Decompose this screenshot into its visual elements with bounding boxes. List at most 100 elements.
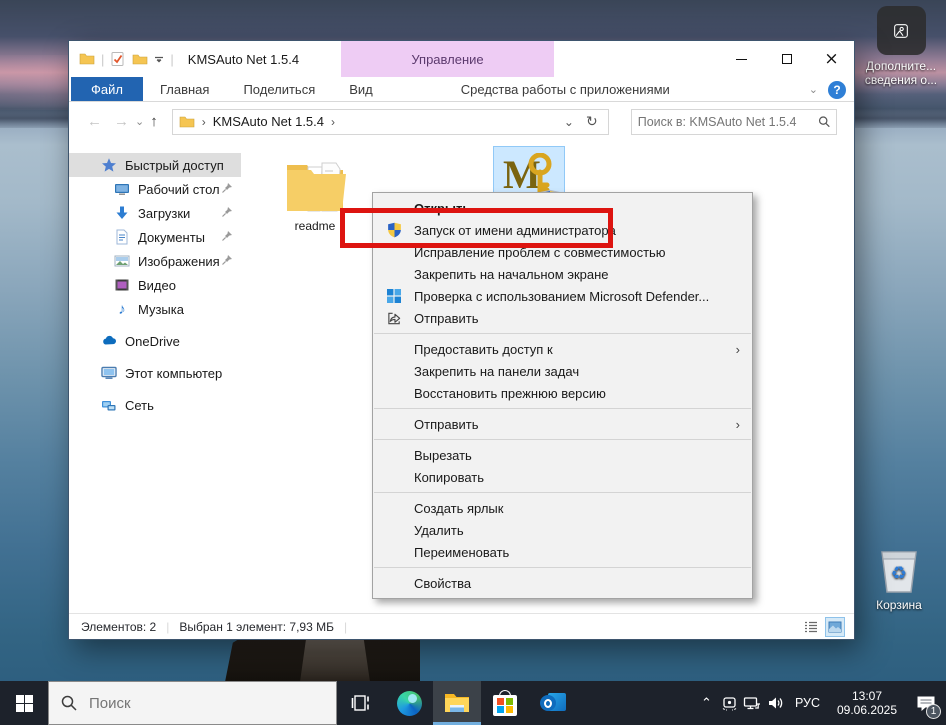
menu-item-properties[interactable]: Свойства	[373, 572, 752, 594]
sidebar-item-pictures[interactable]: Изображения	[69, 249, 241, 273]
clock-time: 13:07	[836, 689, 898, 703]
edge-icon	[397, 691, 422, 716]
sidebar-item-this-pc[interactable]: Этот компьютер	[69, 361, 241, 385]
taskbar-edge-button[interactable]	[385, 681, 433, 725]
menu-item-send-to[interactable]: Отправить ›	[373, 413, 752, 435]
search-box[interactable]	[631, 109, 837, 135]
sidebar-item-network[interactable]: Сеть	[69, 393, 241, 417]
sidebar-item-videos[interactable]: Видео	[69, 273, 241, 297]
sidebar-item-downloads[interactable]: Загрузки	[69, 201, 241, 225]
menu-item-copy[interactable]: Копировать	[373, 466, 752, 488]
tray-network-icon[interactable]	[741, 695, 764, 711]
title-bar[interactable]: | | KMSAuto Net 1.5.4 Управление ×	[69, 41, 854, 77]
menu-item-give-access-to[interactable]: Предоставить доступ к ›	[373, 338, 752, 360]
tray-volume-icon[interactable]	[764, 695, 787, 711]
recycle-bin-icon: ♻	[876, 546, 922, 596]
details-view-button[interactable]	[802, 618, 820, 636]
menu-item-scan-with-defender[interactable]: Проверка с использованием Microsoft Defe…	[373, 285, 752, 307]
menu-item-label: Копировать	[414, 470, 484, 485]
tab-view[interactable]: Вид	[332, 77, 390, 101]
window-folder-icon	[79, 51, 95, 67]
breadcrumb-chevron-icon[interactable]: ›	[324, 115, 342, 129]
desktop-icon-additional-info[interactable]: Дополните... сведения о...	[858, 6, 944, 87]
ribbon-collapse-chevron-icon[interactable]: ⌄	[809, 83, 818, 96]
refresh-icon[interactable]: ↻	[580, 113, 604, 130]
separator: |	[166, 620, 169, 634]
system-tray: ⌃ РУС 13:07 09.06.2025 1	[695, 681, 946, 725]
back-button[interactable]: ←	[81, 113, 108, 130]
menu-item-rename[interactable]: Переименовать	[373, 541, 752, 563]
taskbar-explorer-button[interactable]	[433, 681, 481, 725]
desktop-icon	[114, 181, 130, 197]
tab-label: Средства работы с приложениями	[461, 82, 670, 97]
menu-item-cut[interactable]: Вырезать	[373, 444, 752, 466]
maximize-button[interactable]	[764, 41, 809, 77]
taskbar: ⌃ РУС 13:07 09.06.2025 1	[0, 681, 946, 725]
taskbar-outlook-button[interactable]	[529, 681, 577, 725]
sidebar-item-music[interactable]: ♪ Музыка	[69, 297, 241, 321]
menu-item-label: Восстановить прежнюю версию	[414, 386, 606, 401]
menu-separator	[374, 333, 751, 334]
menu-item-label: Вырезать	[414, 448, 472, 463]
tab-share[interactable]: Поделиться	[226, 77, 332, 101]
menu-item-create-shortcut[interactable]: Создать ярлык	[373, 497, 752, 519]
close-button[interactable]: ×	[809, 41, 854, 77]
annotation-highlight-box	[340, 208, 613, 248]
taskbar-store-button[interactable]	[481, 681, 529, 725]
qat-new-folder-icon[interactable]	[132, 51, 148, 67]
start-button[interactable]	[0, 681, 48, 725]
photo-icon	[877, 6, 926, 55]
music-note-icon: ♪	[114, 301, 130, 318]
quick-access-star-icon	[101, 157, 117, 173]
tab-file[interactable]: Файл	[71, 77, 143, 101]
pin-icon	[221, 254, 233, 266]
tray-webcam-icon[interactable]	[718, 695, 741, 711]
address-dropdown-chevron-icon[interactable]: ⌄	[558, 115, 580, 129]
pin-icon	[221, 230, 233, 242]
search-input[interactable]	[638, 115, 818, 129]
breadcrumb[interactable]: KMSAuto Net 1.5.4	[213, 114, 324, 129]
taskbar-search-box[interactable]	[48, 681, 337, 725]
sidebar-item-label: Сеть	[125, 398, 154, 413]
search-icon[interactable]	[818, 115, 830, 128]
help-button[interactable]: ?	[828, 81, 846, 99]
desktop-icon-label: Корзина	[856, 598, 942, 612]
menu-item-pin-to-start[interactable]: Закрепить на начальном экране	[373, 263, 752, 285]
address-bar[interactable]: › KMSAuto Net 1.5.4 › ⌄ ↻	[172, 109, 609, 135]
tab-application-tools[interactable]: Средства работы с приложениями	[444, 77, 687, 101]
minimize-button[interactable]	[719, 41, 764, 77]
menu-item-delete[interactable]: Удалить	[373, 519, 752, 541]
forward-button[interactable]: →	[108, 113, 135, 130]
menu-item-restore-previous-version[interactable]: Восстановить прежнюю версию	[373, 382, 752, 404]
separator: |	[170, 52, 173, 67]
recent-locations-chevron-icon[interactable]: ⌄	[135, 115, 144, 128]
qat-properties-icon[interactable]	[110, 51, 126, 67]
menu-item-share[interactable]: Отправить	[373, 307, 752, 329]
notification-center-button[interactable]: 1	[906, 681, 946, 725]
pin-icon	[221, 206, 233, 218]
menu-item-label: Отправить	[414, 311, 478, 326]
document-icon	[114, 229, 130, 245]
minimize-icon	[736, 59, 747, 60]
sidebar-item-documents[interactable]: Документы	[69, 225, 241, 249]
qat-customize-chevron-icon[interactable]	[154, 54, 164, 64]
submenu-arrow-icon: ›	[736, 342, 740, 357]
pin-icon	[221, 182, 233, 194]
tab-home[interactable]: Главная	[143, 77, 226, 101]
up-button[interactable]: ↑	[144, 113, 164, 130]
menu-item-pin-to-taskbar[interactable]: Закрепить на панели задач	[373, 360, 752, 382]
sidebar-item-onedrive[interactable]: OneDrive	[69, 329, 241, 353]
menu-item-label: Закрепить на панели задач	[414, 364, 579, 379]
large-icons-view-button[interactable]	[826, 618, 844, 636]
menu-item-label: Переименовать	[414, 545, 509, 560]
windows-logo-icon	[16, 695, 33, 712]
tray-expand-chevron-icon[interactable]: ⌃	[695, 695, 718, 711]
task-view-button[interactable]	[337, 681, 385, 725]
menu-item-label: Закрепить на начальном экране	[414, 267, 609, 282]
taskbar-search-input[interactable]	[89, 695, 269, 712]
desktop-icon-recycle-bin[interactable]: ♻ Корзина	[856, 546, 942, 612]
sidebar-item-desktop[interactable]: Рабочий стол	[69, 177, 241, 201]
sidebar-item-quick-access[interactable]: Быстрый доступ	[69, 153, 241, 177]
language-indicator[interactable]: РУС	[795, 696, 820, 710]
clock[interactable]: 13:07 09.06.2025	[836, 689, 898, 717]
